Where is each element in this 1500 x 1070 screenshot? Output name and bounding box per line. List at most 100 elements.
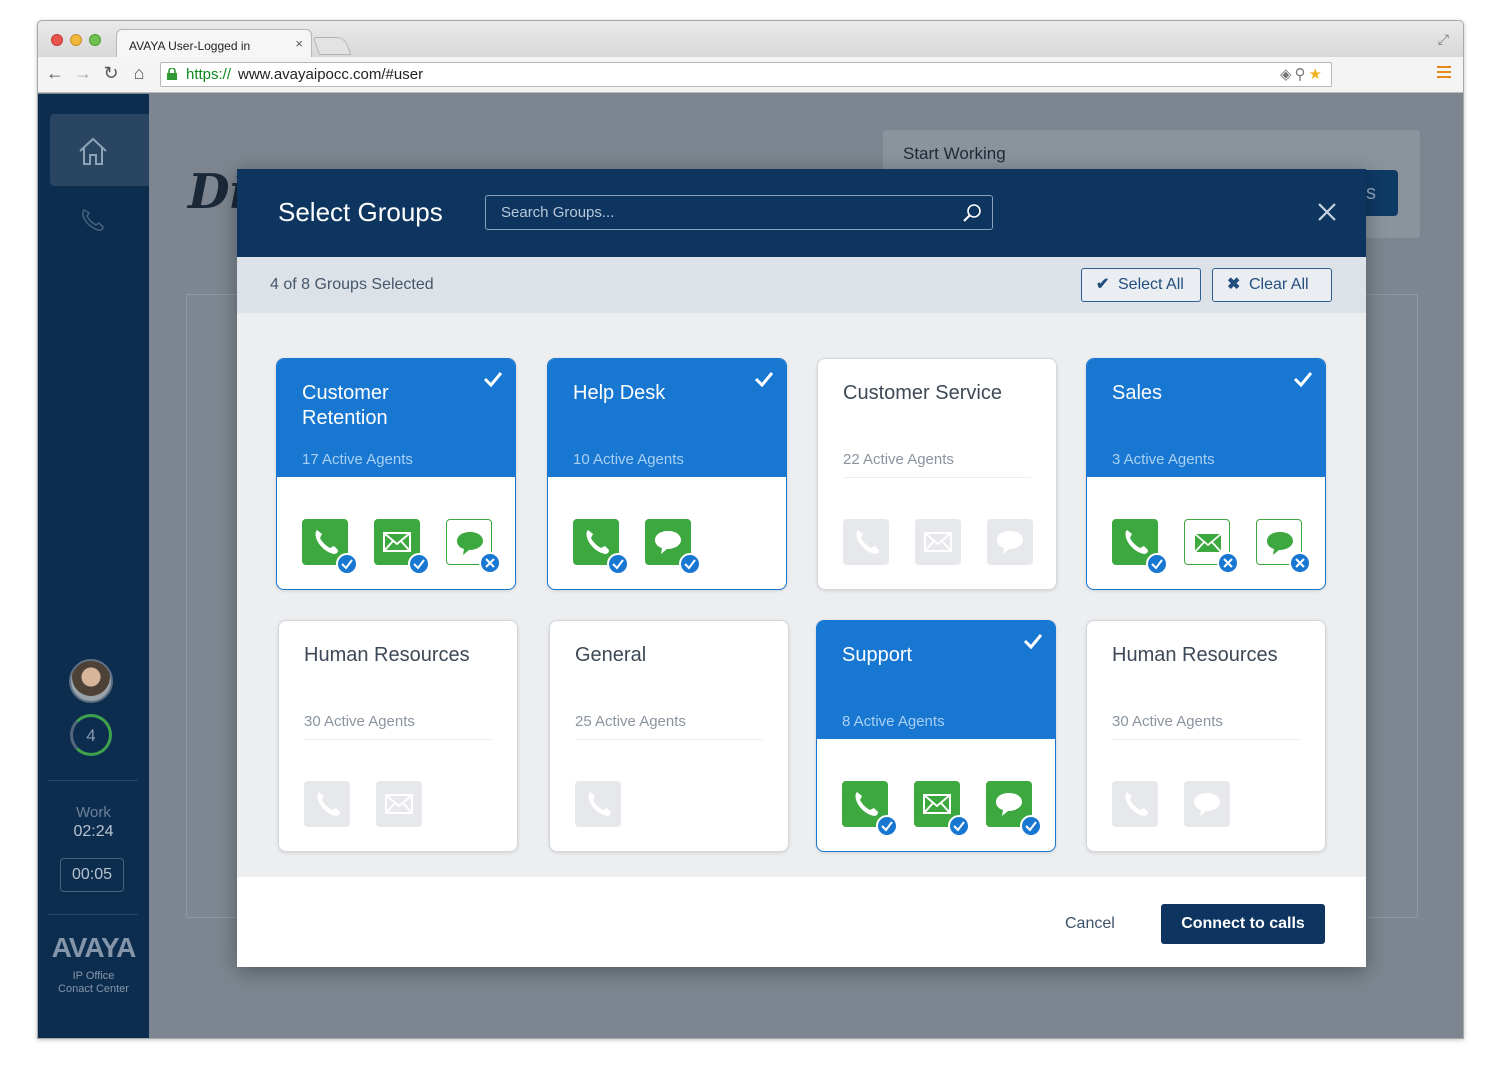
card-header: Customer Retention 17 Active Agents	[277, 359, 515, 477]
clear-all-button[interactable]: ✖ Clear All	[1212, 268, 1332, 302]
envelope-icon	[923, 794, 951, 814]
address-actions[interactable]: ◈⚲★	[1280, 65, 1325, 83]
active-agents: 10 Active Agents	[573, 451, 684, 468]
card-divider	[1112, 739, 1300, 740]
active-agents: 25 Active Agents	[575, 713, 686, 730]
channel-voice[interactable]	[1112, 519, 1168, 575]
card-header: Human Resources 30 Active Agents	[1087, 621, 1325, 739]
channel-chat[interactable]	[986, 781, 1042, 837]
channel-email[interactable]	[915, 519, 961, 565]
enabled-check-icon	[408, 553, 430, 575]
zoom-window-button[interactable]	[89, 34, 101, 46]
sidebar-divider	[48, 914, 138, 915]
app-container: 4 Work 02:24 00:05 AVAYA IP Office Conac…	[38, 94, 1463, 1038]
disabled-x-icon	[479, 552, 501, 574]
new-tab-button[interactable]	[312, 37, 352, 55]
channel-email[interactable]	[914, 781, 970, 837]
channel-voice[interactable]	[573, 519, 629, 575]
brand-subtitle-line-1: IP Office	[72, 970, 115, 982]
group-name: General	[575, 644, 647, 666]
connect-to-calls-button[interactable]: Connect to calls	[1161, 904, 1325, 944]
close-icon[interactable]	[1316, 201, 1338, 223]
group-card-help-desk[interactable]: Help Desk 10 Active Agents	[547, 358, 787, 590]
group-card-sales[interactable]: Sales 3 Active Agents	[1086, 358, 1326, 590]
selected-check-icon	[1293, 372, 1313, 388]
search-input[interactable]	[486, 196, 956, 229]
search-box	[485, 195, 993, 230]
channel-voice[interactable]	[302, 519, 358, 575]
channel-chat[interactable]	[645, 519, 701, 575]
active-agents: 22 Active Agents	[843, 451, 954, 468]
agent-count-ring: 4	[70, 714, 112, 756]
modal-title: Select Groups	[278, 197, 443, 227]
group-card-general[interactable]: General 25 Active Agents	[549, 620, 789, 852]
brand-logo: AVAYA	[51, 932, 137, 963]
channel-chat[interactable]	[1184, 781, 1230, 827]
modal-footer: Cancel Connect to calls	[237, 877, 1366, 967]
select-all-button[interactable]: ✔ Select All	[1081, 268, 1201, 302]
sidebar-item-phone[interactable]	[78, 206, 106, 234]
back-arrow-icon[interactable]: ←	[44, 63, 66, 84]
channel-email[interactable]	[1184, 519, 1239, 574]
x-icon: ✖	[1227, 276, 1241, 293]
browser-tab[interactable]: AVAYA User-Logged in ×	[116, 29, 312, 58]
group-name: Sales	[1112, 382, 1163, 404]
active-agents: 3 Active Agents	[1112, 451, 1215, 468]
close-window-button[interactable]	[51, 34, 63, 46]
selected-check-icon	[483, 372, 503, 388]
cancel-button[interactable]: Cancel	[1065, 915, 1115, 933]
card-header: Sales 3 Active Agents	[1087, 359, 1325, 477]
group-card-customer-service[interactable]: Customer Service 22 Active Agents	[817, 358, 1057, 590]
search-icon[interactable]	[962, 203, 982, 223]
group-card-support[interactable]: Support 8 Active Agents	[816, 620, 1056, 852]
sidebar-divider	[48, 780, 138, 781]
browser-menu-icon[interactable]	[1437, 66, 1451, 80]
channel-chat[interactable]	[1256, 519, 1311, 574]
enabled-check-icon	[679, 553, 701, 575]
avatar[interactable]	[69, 659, 113, 703]
extension-icon[interactable]: ◈	[1280, 66, 1295, 83]
tab-close-icon[interactable]: ×	[295, 36, 303, 51]
channel-voice[interactable]	[842, 781, 898, 837]
channel-voice[interactable]	[1112, 781, 1158, 827]
star-icon[interactable]: ★	[1309, 66, 1325, 83]
url-protocol: https://	[186, 66, 232, 83]
disabled-x-icon	[1289, 552, 1311, 574]
chat-bubble-icon	[655, 531, 681, 554]
envelope-icon	[924, 532, 952, 552]
group-name: Help Desk	[573, 382, 666, 404]
group-name: Human Resources	[1112, 644, 1278, 666]
fullscreen-icon[interactable]: ⤢	[1438, 31, 1449, 48]
channel-email[interactable]	[374, 519, 430, 575]
sidebar-item-home[interactable]	[50, 114, 149, 186]
channel-voice[interactable]	[304, 781, 350, 827]
chat-bubble-icon	[1267, 532, 1293, 555]
card-divider	[843, 477, 1031, 478]
reload-icon[interactable]: ↻	[100, 63, 122, 84]
envelope-icon	[385, 794, 413, 814]
phone-icon	[1125, 530, 1148, 554]
group-name: Customer Service	[843, 382, 1002, 404]
group-card-human-resources[interactable]: Human Resources 30 Active Agents	[278, 620, 518, 852]
enabled-check-icon	[948, 815, 970, 837]
home-icon[interactable]: ⌂	[128, 63, 150, 84]
zoom-icon[interactable]: ⚲	[1295, 66, 1309, 83]
check-icon: ✔	[1096, 276, 1110, 293]
channel-chat[interactable]	[987, 519, 1033, 565]
channel-email[interactable]	[376, 781, 422, 827]
title-bar: AVAYA User-Logged in × ⤢	[38, 21, 1463, 58]
group-card-customer-retention[interactable]: Customer Retention 17 Active Agents	[276, 358, 516, 590]
forward-arrow-icon[interactable]: →	[72, 63, 94, 84]
channel-chat[interactable]	[446, 519, 501, 574]
selected-check-icon	[754, 372, 774, 388]
group-card-human-resources-2[interactable]: Human Resources 30 Active Agents	[1086, 620, 1326, 852]
work-time: 02:24	[73, 823, 114, 840]
channel-voice[interactable]	[575, 781, 621, 827]
tab-title: AVAYA User-Logged in	[129, 39, 251, 53]
address-bar[interactable]: https:// www.avayaipocc.com/#user ◈⚲★	[160, 62, 1332, 87]
card-header: Help Desk 10 Active Agents	[548, 359, 786, 477]
clear-all-label: Clear All	[1249, 276, 1309, 293]
phone-icon	[855, 792, 878, 816]
channel-voice[interactable]	[843, 519, 889, 565]
minimize-window-button[interactable]	[70, 34, 82, 46]
